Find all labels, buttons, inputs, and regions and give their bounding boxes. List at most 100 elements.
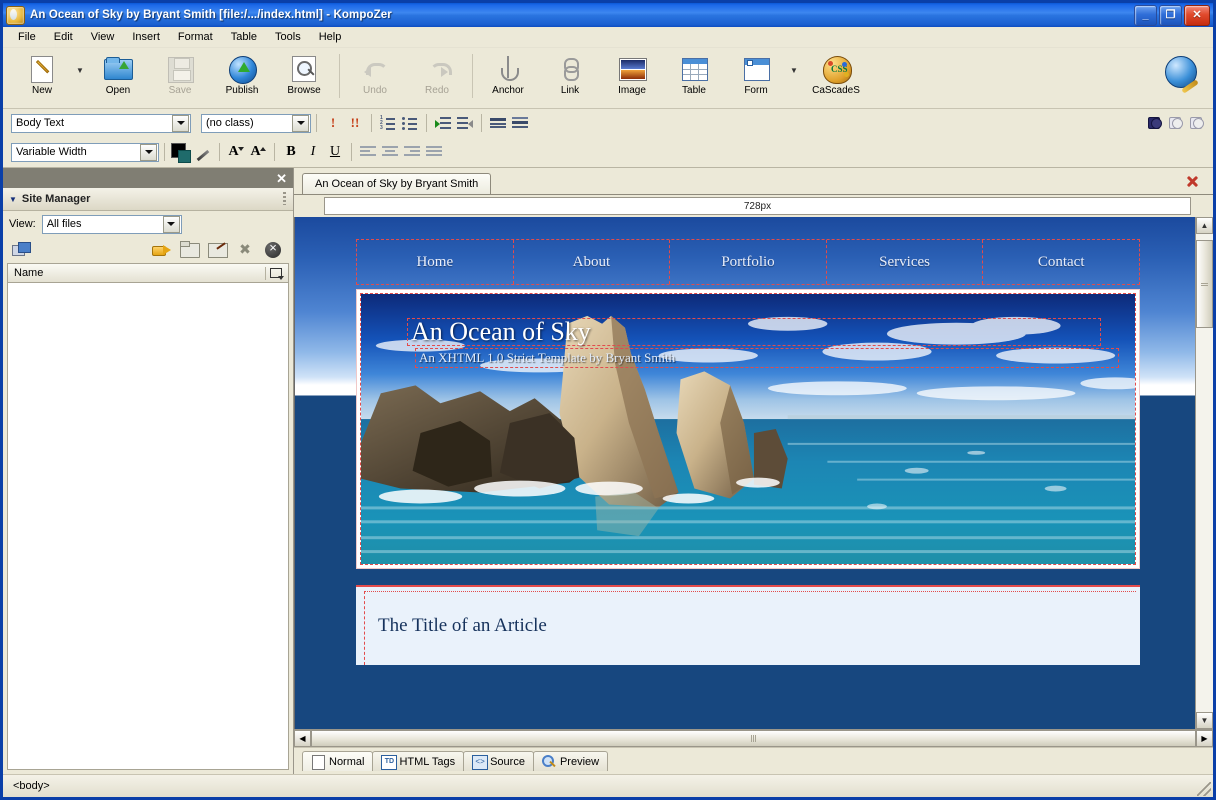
menu-edit[interactable]: Edit (45, 29, 82, 45)
site-manager-header[interactable]: ▼ Site Manager (3, 188, 293, 211)
menu-format[interactable]: Format (169, 29, 222, 45)
article-block[interactable]: The Title of an Article (356, 585, 1140, 665)
menu-table[interactable]: Table (222, 29, 266, 45)
nav-item-contact[interactable]: Contact (983, 240, 1139, 284)
cancel-button[interactable] (263, 240, 285, 260)
minimize-icon: _ (1142, 9, 1149, 21)
decrease-font-size-button[interactable]: A (225, 142, 247, 163)
canvas-horizontal-scrollbar[interactable]: ◀ ▶ (294, 729, 1213, 747)
site-title-box[interactable]: An Ocean of Sky (407, 318, 1101, 346)
align-right-button[interactable] (401, 142, 423, 163)
scroll-right-button[interactable]: ▶ (1196, 730, 1213, 747)
tab-html-tags[interactable]: TD HTML Tags (372, 751, 465, 771)
anchor-button[interactable]: Anchor (477, 52, 539, 96)
rename-button[interactable] (207, 240, 229, 260)
numbered-list-button[interactable]: 123 (377, 113, 399, 134)
site-subtitle-box[interactable]: An XHTML 1.0 Strict Template by Bryant S… (415, 348, 1119, 368)
definition-term-button[interactable] (487, 113, 509, 134)
edit-sites-button[interactable] (11, 240, 33, 260)
strong-emphasis-button[interactable]: !! (344, 113, 366, 134)
sidebar-close-button[interactable]: ✕ (276, 172, 287, 185)
align-left-button[interactable] (357, 142, 379, 163)
publish-globe-icon (226, 54, 258, 84)
view-filter-select[interactable]: All files (41, 214, 182, 234)
link-button[interactable]: Link (539, 52, 601, 96)
vertical-scroll-track[interactable] (1196, 234, 1213, 712)
nav-item-portfolio[interactable]: Portfolio (670, 240, 827, 284)
browse-button[interactable]: Browse (273, 52, 335, 96)
minimize-button[interactable]: _ (1134, 5, 1157, 26)
align-center-button[interactable] (379, 142, 401, 163)
redo-arrow-icon (421, 54, 453, 84)
form-dropdown-arrow[interactable]: ▼ (787, 66, 801, 75)
browser-preview-icon[interactable] (1165, 56, 1199, 94)
scroll-left-button[interactable]: ◀ (294, 730, 311, 747)
tab-source[interactable]: <> Source (463, 751, 534, 771)
toggle-markers-icon[interactable] (1188, 113, 1205, 130)
publish-button[interactable]: Publish (211, 52, 273, 96)
bullet-list-button[interactable] (399, 113, 421, 134)
panel-grip[interactable] (283, 192, 286, 205)
tab-preview[interactable]: Preview (532, 751, 609, 771)
increase-font-size-button[interactable]: A (247, 142, 269, 163)
scroll-up-button[interactable]: ▲ (1196, 217, 1213, 234)
emphasis-button[interactable]: ! (322, 113, 344, 134)
indent-button[interactable] (432, 113, 454, 134)
link-button-label: Link (560, 85, 580, 96)
highlight-color-button[interactable] (192, 142, 214, 163)
class-style-select[interactable]: (no class) (201, 113, 311, 133)
font-name-select[interactable]: Variable Width (11, 142, 159, 162)
align-justify-button[interactable] (423, 142, 445, 163)
page-width-indicator[interactable]: 728px (324, 197, 1191, 215)
wysiwyg-canvas[interactable]: Home About Portfolio Services Contact An… (294, 217, 1195, 729)
sidebar-top-bar: ✕ (3, 168, 293, 188)
menu-insert[interactable]: Insert (123, 29, 169, 45)
text-color-button[interactable] (170, 142, 192, 163)
vertical-scroll-thumb[interactable] (1196, 240, 1213, 328)
delete-button[interactable]: ✖ (235, 240, 257, 260)
menu-tools[interactable]: Tools (266, 29, 310, 45)
document-tab[interactable]: An Ocean of Sky by Bryant Smith (302, 173, 492, 194)
restore-button[interactable]: ❐ (1159, 5, 1182, 26)
floppy-save-icon (164, 54, 196, 84)
close-button[interactable]: ✕ (1184, 5, 1210, 26)
title-bar: An Ocean of Sky by Bryant Smith [file:/.… (3, 3, 1213, 27)
menu-help[interactable]: Help (310, 29, 351, 45)
file-list[interactable] (7, 283, 289, 770)
header-block: An Ocean of Sky An XHTML 1.0 Strict Temp… (356, 289, 1140, 569)
new-dropdown-arrow[interactable]: ▼ (73, 66, 87, 75)
nav-item-services[interactable]: Services (827, 240, 984, 284)
menu-file[interactable]: File (9, 29, 45, 45)
horizontal-scroll-thumb[interactable] (311, 730, 1196, 747)
nav-item-about[interactable]: About (514, 240, 671, 284)
publish-site-button[interactable] (151, 240, 173, 260)
new-document-icon (26, 54, 58, 84)
table-button[interactable]: Table (663, 52, 725, 96)
collapse-triangle-icon[interactable]: ▼ (9, 195, 17, 204)
open-button[interactable]: Open (87, 52, 149, 96)
nav-item-home[interactable]: Home (357, 240, 514, 284)
menu-view[interactable]: View (82, 29, 124, 45)
paragraph-style-select[interactable]: Body Text (11, 113, 191, 133)
new-folder-button[interactable] (179, 240, 201, 260)
form-button[interactable]: Form (725, 52, 787, 96)
tag-path[interactable]: <body> (13, 780, 50, 792)
scroll-down-button[interactable]: ▼ (1196, 712, 1213, 729)
italic-button[interactable]: I (302, 142, 324, 163)
close-document-icon[interactable] (1185, 174, 1199, 188)
tab-normal[interactable]: Normal (302, 751, 374, 771)
new-button[interactable]: New (11, 52, 73, 96)
canvas-vertical-scrollbar[interactable]: ▲ ▼ (1195, 217, 1213, 729)
toggle-all-tags-icon[interactable] (1146, 113, 1163, 130)
definition-desc-button[interactable] (509, 113, 531, 134)
column-options-icon[interactable] (270, 267, 284, 280)
site-navigation-table: Home About Portfolio Services Contact (356, 239, 1140, 285)
resize-grip[interactable] (1197, 782, 1211, 796)
bold-button[interactable]: B (280, 142, 302, 163)
cascades-button[interactable]: CSS CaScadeS (801, 52, 871, 96)
horizontal-scroll-track[interactable] (311, 730, 1196, 747)
outdent-button[interactable] (454, 113, 476, 134)
image-button[interactable]: Image (601, 52, 663, 96)
underline-button[interactable]: U (324, 142, 346, 163)
toggle-block-outline-icon[interactable] (1167, 113, 1184, 130)
